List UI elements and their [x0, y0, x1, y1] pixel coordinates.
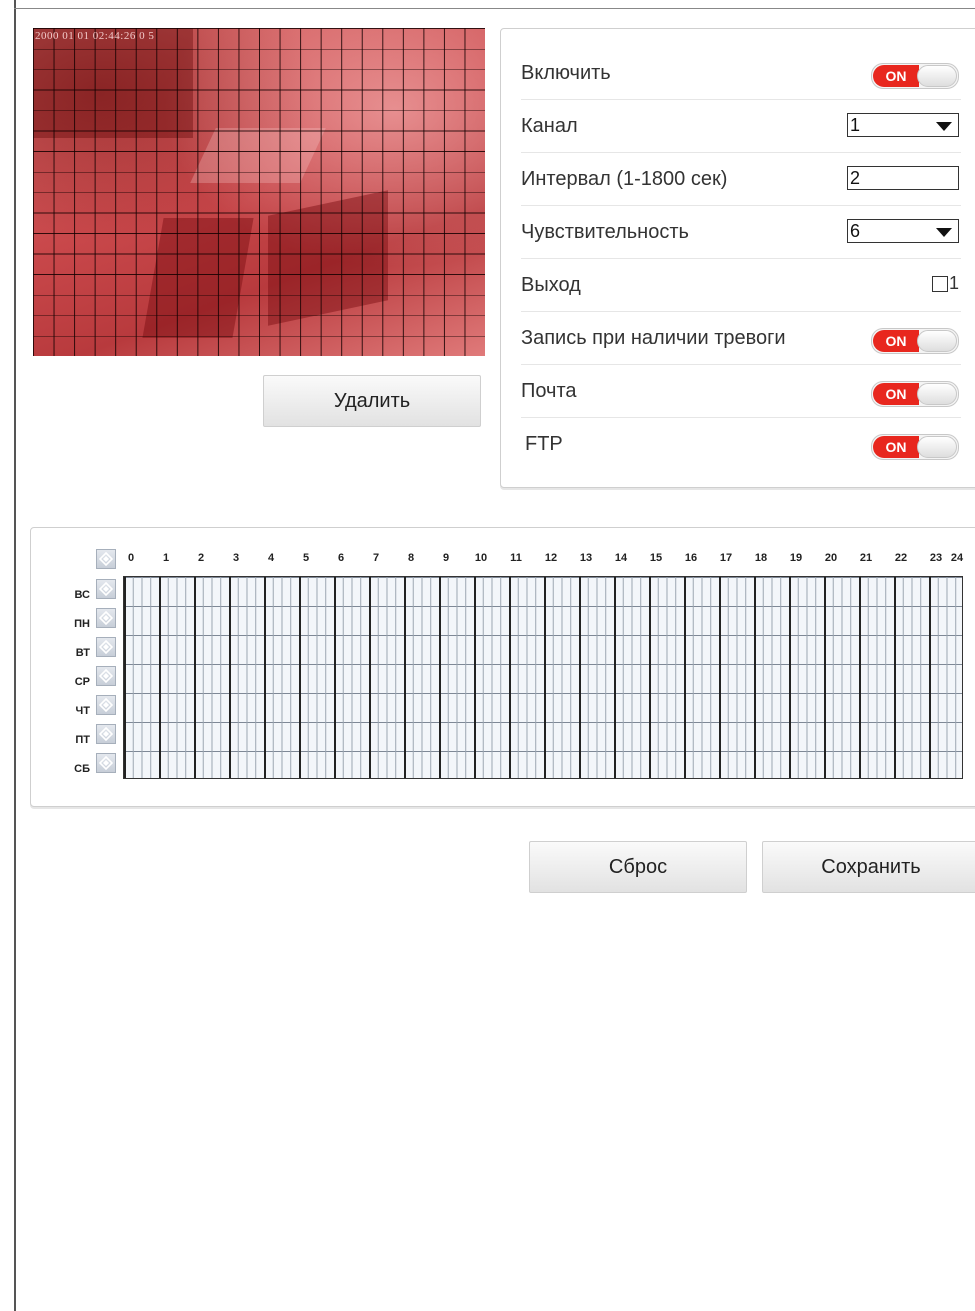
reset-button[interactable]: Сброс — [529, 841, 747, 893]
video-timestamp: 2000 01 01 02:44:26 0 5 — [35, 30, 155, 42]
hour-label: 8 — [407, 552, 415, 564]
output-label: Выход — [521, 273, 581, 296]
ftp-toggle-state: ON — [873, 436, 919, 458]
day-label: ПТ — [75, 734, 90, 746]
toggle-knob — [917, 436, 957, 458]
hour-label: 4 — [267, 552, 275, 564]
hour-label: 9 — [442, 552, 450, 564]
select-day-icon[interactable] — [96, 666, 116, 686]
hour-label: 3 — [232, 552, 240, 564]
toggle-knob — [917, 330, 957, 352]
interval-label: Интервал (1-1800 сек) — [521, 167, 728, 190]
hour-label: 24 — [950, 552, 964, 564]
frame-top-border — [14, 8, 975, 9]
hour-label: 1 — [162, 552, 170, 564]
hour-label: 15 — [649, 552, 663, 564]
mail-label: Почта — [521, 379, 577, 402]
hour-label: 2 — [197, 552, 205, 564]
sensitivity-select[interactable]: 6 — [847, 219, 959, 243]
hour-label: 0 — [127, 552, 135, 564]
channel-label: Канал — [521, 114, 578, 137]
ftp-label: FTP — [525, 432, 563, 455]
row-channel: Канал 1 — [521, 100, 961, 153]
sensitivity-value: 6 — [850, 221, 861, 241]
day-label: ПН — [74, 618, 90, 630]
hour-label: 18 — [754, 552, 768, 564]
select-day-icon[interactable] — [96, 637, 116, 657]
day-label: СБ — [74, 763, 90, 775]
schedule-grid[interactable] — [123, 576, 963, 779]
alarm-record-toggle-state: ON — [873, 330, 919, 352]
hour-label: 5 — [302, 552, 310, 564]
output-option: 1 — [931, 273, 959, 294]
frame-left-border — [14, 0, 16, 1311]
enable-label: Включить — [521, 61, 611, 84]
select-day-icon[interactable] — [96, 579, 116, 599]
day-label: ВТ — [75, 647, 90, 659]
enable-toggle-state: ON — [873, 65, 919, 87]
save-button[interactable]: Сохранить — [762, 841, 975, 893]
day-label: ЧТ — [75, 705, 90, 717]
select-day-icon[interactable] — [96, 753, 116, 773]
row-mail: Почта ON — [521, 365, 961, 418]
chevron-down-icon — [936, 228, 952, 237]
sensitivity-label: Чувствительность — [521, 220, 689, 243]
motion-settings-panel: Включить ON Канал 1 Интервал (1-1800 сек… — [500, 28, 975, 488]
row-enable: Включить ON — [521, 47, 961, 100]
toggle-knob — [917, 65, 957, 87]
hour-label: 23 — [929, 552, 943, 564]
select-day-icon[interactable] — [96, 608, 116, 628]
chevron-down-icon — [936, 122, 952, 131]
interval-input[interactable]: 2 — [847, 166, 959, 190]
hour-label: 21 — [859, 552, 873, 564]
hour-label: 14 — [614, 552, 628, 564]
hour-label: 22 — [894, 552, 908, 564]
hour-label: 10 — [474, 552, 488, 564]
select-day-icon[interactable] — [96, 724, 116, 744]
hour-label: 17 — [719, 552, 733, 564]
hour-label: 11 — [510, 552, 522, 564]
channel-value: 1 — [850, 115, 861, 135]
hour-label: 16 — [684, 552, 698, 564]
mail-toggle-state: ON — [873, 383, 919, 405]
enable-toggle[interactable]: ON — [871, 63, 959, 89]
select-all-icon[interactable] — [96, 549, 116, 569]
hour-label: 13 — [579, 552, 593, 564]
motion-area-grid[interactable] — [33, 28, 485, 356]
row-output: Выход 1 — [521, 259, 961, 312]
hour-label: 19 — [789, 552, 803, 564]
output-checkbox[interactable] — [931, 275, 948, 292]
delete-button[interactable]: Удалить — [263, 375, 481, 427]
alarm-record-label: Запись при наличии тревоги — [521, 326, 786, 349]
hour-label: 12 — [544, 552, 558, 564]
day-label: ВС — [74, 589, 90, 601]
motion-detection-preview[interactable]: 2000 01 01 02:44:26 0 5 — [33, 28, 485, 356]
day-label: СР — [74, 676, 90, 688]
row-interval: Интервал (1-1800 сек) 2 — [521, 153, 961, 206]
ftp-toggle[interactable]: ON — [871, 434, 959, 460]
select-day-icon[interactable] — [96, 695, 116, 715]
hour-label: 6 — [337, 552, 345, 564]
channel-select[interactable]: 1 — [847, 113, 959, 137]
row-ftp: FTP ON — [521, 418, 961, 470]
row-alarm-record: Запись при наличии тревоги ON — [521, 312, 961, 365]
hour-label: 20 — [824, 552, 838, 564]
alarm-record-toggle[interactable]: ON — [871, 328, 959, 354]
hour-label: 7 — [372, 552, 380, 564]
mail-toggle[interactable]: ON — [871, 381, 959, 407]
output-checkbox-label: 1 — [948, 273, 959, 293]
toggle-knob — [917, 383, 957, 405]
row-sensitivity: Чувствительность 6 — [521, 206, 961, 259]
